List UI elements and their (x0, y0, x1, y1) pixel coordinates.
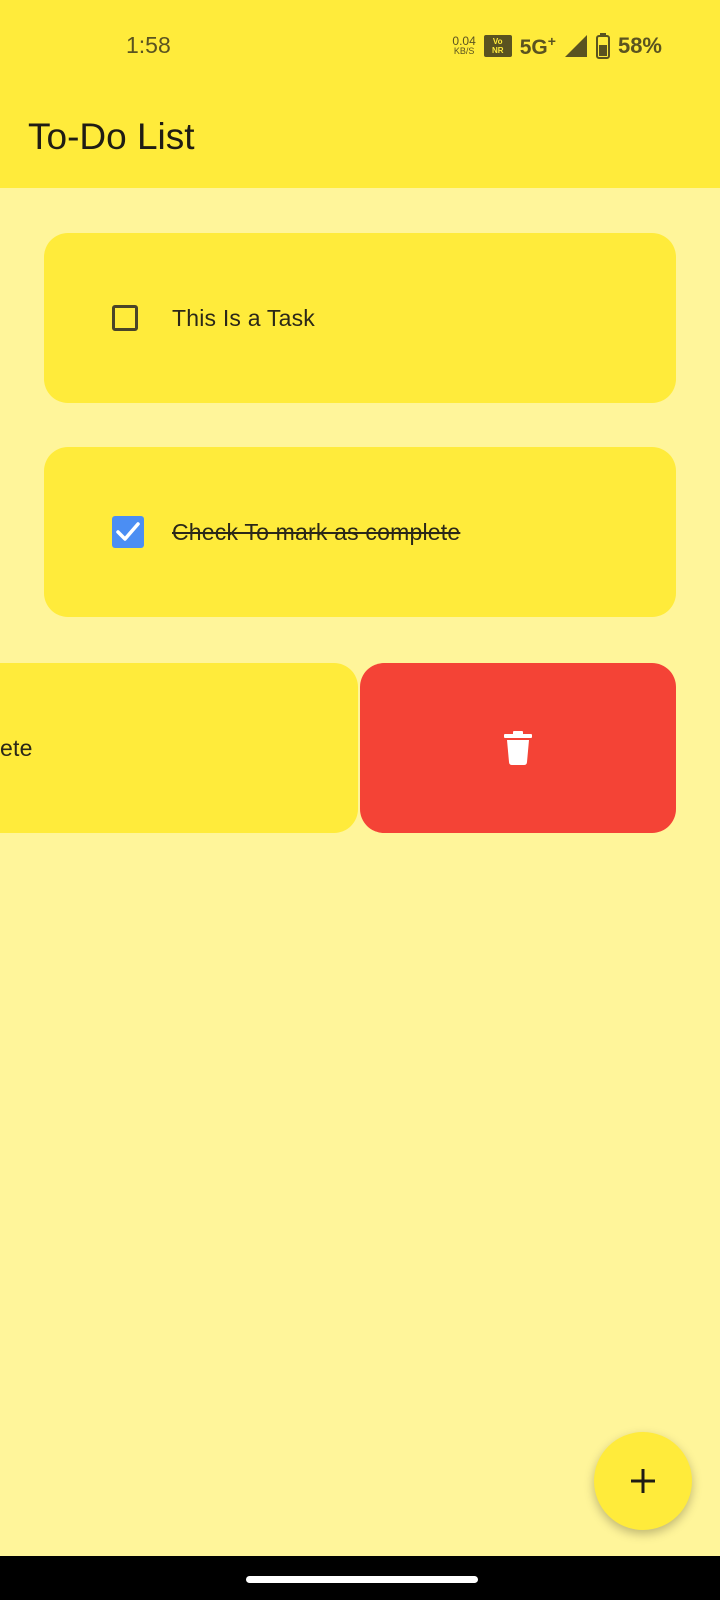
task-card[interactable]: This Is a Task (44, 233, 676, 403)
add-task-button[interactable] (594, 1432, 692, 1530)
task-card[interactable]: Check To mark as complete (44, 447, 676, 617)
status-time: 1:58 (126, 32, 171, 58)
network-type-text: 5G (519, 35, 548, 59)
vonr-bottom: NR (491, 46, 504, 55)
task-label: Check To mark as complete (172, 518, 461, 545)
plus-icon (631, 1469, 655, 1493)
net-speed-unit: KB/S (453, 46, 475, 56)
net-speed-value: 0.04 (452, 34, 476, 48)
app-title: To-Do List (28, 116, 195, 157)
task-label: ete (0, 734, 33, 761)
network-type: 5G+ (520, 33, 556, 60)
battery-percent: 58% (617, 33, 662, 58)
trash-icon (504, 731, 532, 765)
home-indicator[interactable] (246, 1576, 478, 1583)
task-label: This Is a Task (172, 304, 315, 331)
vonr-badge-icon: Vo NR (483, 35, 512, 57)
battery-icon (595, 33, 610, 59)
task-checkbox-unchecked[interactable] (112, 305, 138, 331)
app-bar: To-Do List (0, 90, 720, 188)
swipe-delete-action[interactable] (360, 663, 676, 833)
vonr-top: Vo (492, 37, 503, 46)
task-card-swiped[interactable]: ete (0, 663, 358, 833)
network-type-sup: + (547, 32, 556, 49)
navigation-bar (0, 1556, 720, 1600)
task-checkbox-checked[interactable] (112, 516, 144, 548)
signal-icon (564, 35, 587, 57)
status-icons: 0.04 KB/S Vo NR 5G+ 58% (452, 30, 662, 62)
status-bar: 1:58 0.04 KB/S Vo NR 5G+ 58% (0, 0, 720, 90)
net-speed: 0.04 KB/S (452, 34, 476, 56)
checkmark-icon (116, 522, 140, 541)
